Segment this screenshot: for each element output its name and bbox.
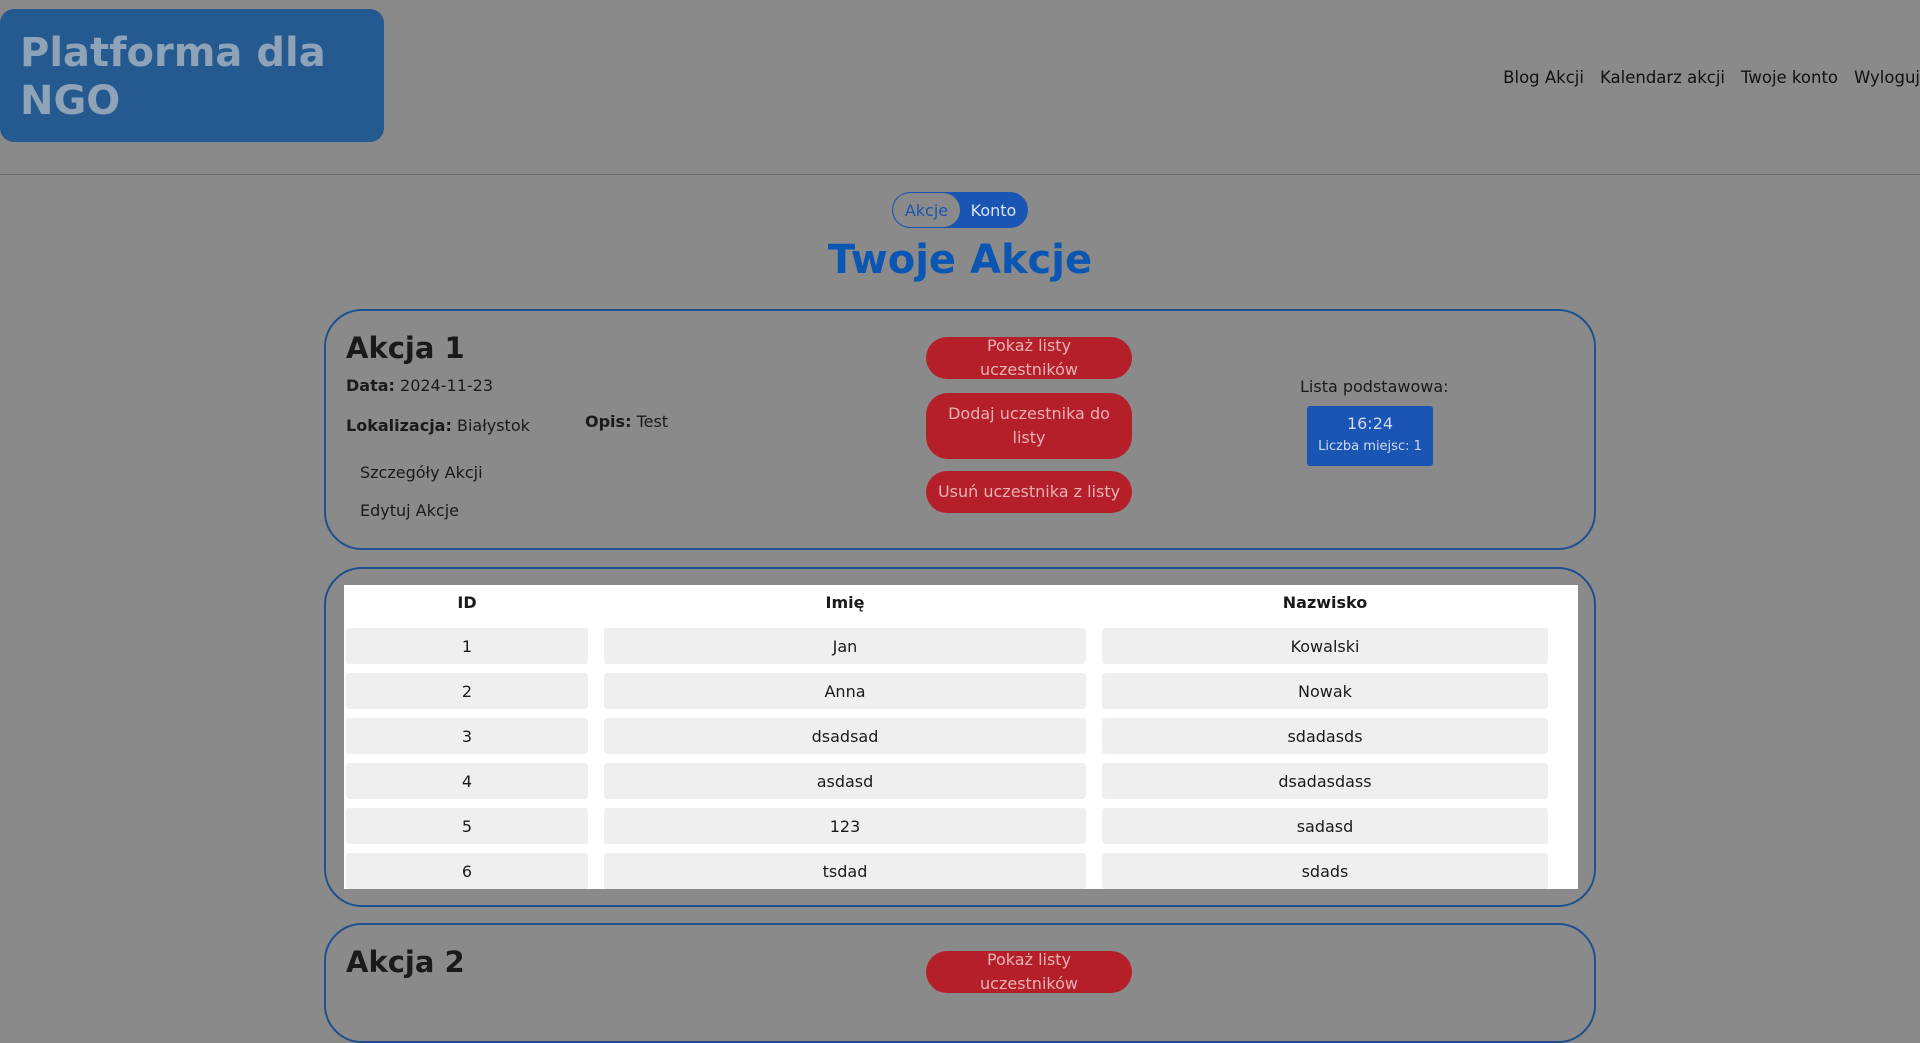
remove-participant-button[interactable]: Usuń uczestnika z listy: [926, 471, 1132, 513]
akcja-title: Akcja 1: [346, 331, 465, 365]
main-nav: Blog Akcji Kalendarz akcji Twoje konto W…: [1503, 68, 1920, 87]
time-slot[interactable]: 16:24 Liczba miejsc: 1: [1307, 406, 1433, 466]
location-label: Lokalizacja:: [346, 416, 452, 435]
cell-id: 6: [346, 853, 588, 889]
cell-nazwisko: sdadasds: [1102, 718, 1548, 754]
slot-places: Liczba miejsc: 1: [1318, 439, 1422, 454]
cell-id: 1: [346, 628, 588, 664]
column-header-nazwisko: Nazwisko: [1282, 592, 1368, 612]
show-lists-button[interactable]: Pokaż listy uczestników: [926, 950, 1132, 993]
date-label: Data:: [346, 376, 395, 395]
table-row: 1 Jan Kowalski: [346, 628, 1548, 664]
logo-line-1: Platforma dla: [20, 30, 326, 76]
page-title: Twoje Akcje: [827, 237, 1093, 283]
cell-nazwisko: dsadasdass: [1102, 763, 1548, 799]
akcja-details-link[interactable]: Szczegóły Akcji: [360, 463, 483, 482]
nav-wyloguj[interactable]: Wyloguj: [1854, 68, 1920, 87]
cell-id: 2: [346, 673, 588, 709]
description-value: Test: [636, 412, 669, 431]
column-header-id: ID: [457, 592, 477, 612]
akcja-card: Akcja 2 Pokaż listy uczestników: [324, 923, 1596, 1043]
cell-imie: asdasd: [604, 763, 1086, 799]
cell-imie: tsdad: [604, 853, 1086, 889]
nav-kalendarz-akcji[interactable]: Kalendarz akcji: [1600, 68, 1725, 87]
add-participant-button[interactable]: Dodaj uczestnika do listy: [926, 393, 1132, 459]
nav-twoje-konto[interactable]: Twoje konto: [1741, 68, 1838, 87]
toggle-akcje[interactable]: Akcje: [893, 193, 960, 227]
cell-nazwisko: Kowalski: [1102, 628, 1548, 664]
cell-imie: Anna: [604, 673, 1086, 709]
cell-nazwisko: Nowak: [1102, 673, 1548, 709]
site-header: Platforma dla NGO Blog Akcji Kalendarz a…: [0, 0, 1920, 175]
cell-id: 3: [346, 718, 588, 754]
cell-nazwisko: sadasd: [1102, 808, 1548, 844]
nav-blog-akcji[interactable]: Blog Akcji: [1503, 68, 1584, 87]
cell-imie: 123: [604, 808, 1086, 844]
date-value: 2024-11-23: [400, 376, 493, 395]
cell-id: 4: [346, 763, 588, 799]
column-header-imie: Imię: [825, 592, 865, 612]
akcja-edit-link[interactable]: Edytuj Akcje: [360, 501, 459, 520]
cell-id: 5: [346, 808, 588, 844]
akcja-date: Data: 2024-11-23: [346, 376, 493, 395]
lista-podstawowa-label: Lista podstawowa:: [1300, 377, 1449, 396]
table-row: 5 123 sadasd: [346, 808, 1548, 844]
cell-imie: Jan: [604, 628, 1086, 664]
toggle-konto[interactable]: Konto: [960, 193, 1027, 227]
location-value: Białystok: [456, 416, 530, 435]
akcja-title: Akcja 2: [346, 945, 465, 979]
logo-line-2: NGO: [20, 78, 121, 124]
participants-table: ID Imię Nazwisko 1 Jan Kowalski 2 Anna N…: [344, 585, 1578, 889]
section-toggle: Akcje Konto: [892, 192, 1028, 228]
site-logo[interactable]: Platforma dla NGO: [0, 9, 384, 142]
akcja-location: Lokalizacja: Białystok: [346, 416, 530, 435]
cell-nazwisko: sdads: [1102, 853, 1548, 889]
table-row: 3 dsadsad sdadasds: [346, 718, 1548, 754]
table-row: 4 asdasd dsadasdass: [346, 763, 1548, 799]
description-label: Opis:: [585, 412, 632, 431]
show-lists-button[interactable]: Pokaż listy uczestników: [926, 336, 1132, 379]
table-header-row: ID Imię Nazwisko: [346, 585, 1548, 619]
akcja-description: Opis: Test: [585, 412, 668, 431]
slot-time: 16:24: [1346, 414, 1394, 433]
akcja-card: Akcja 1 Data: 2024-11-23 Lokalizacja: Bi…: [324, 309, 1596, 550]
table-row: 2 Anna Nowak: [346, 673, 1548, 709]
table-row: 6 tsdad sdads: [346, 853, 1548, 889]
cell-imie: dsadsad: [604, 718, 1086, 754]
